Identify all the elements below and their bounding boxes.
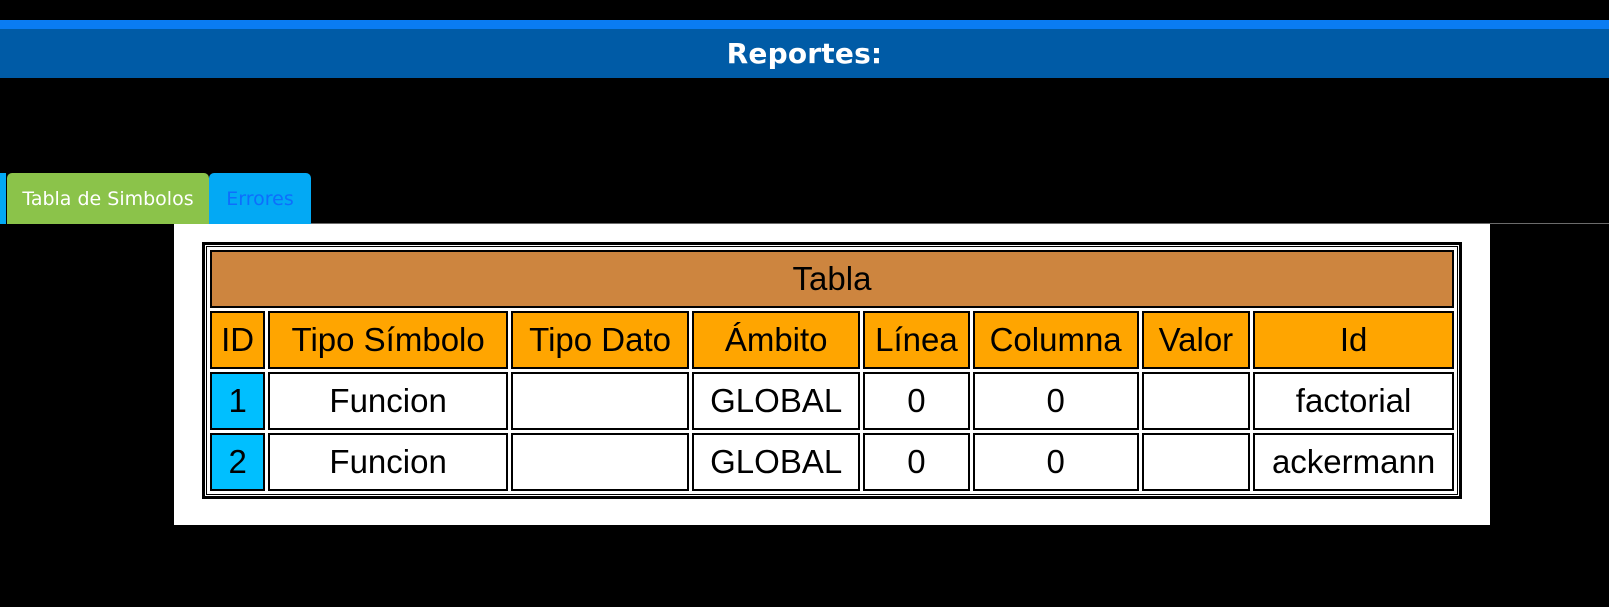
valor-cell xyxy=(1141,372,1251,430)
column-header-valor: Valor xyxy=(1141,311,1251,369)
tab-bar: Tabla de Simbolos Errores xyxy=(0,173,1609,224)
ambito-cell: GLOBAL xyxy=(692,372,861,430)
tab-errores[interactable]: Errores xyxy=(209,173,311,224)
table-row: 1 Funcion GLOBAL 0 0 factorial xyxy=(210,372,1454,430)
linea-cell: 0 xyxy=(863,372,970,430)
page-title: Reportes: xyxy=(726,37,883,70)
row-id-cell: 1 xyxy=(210,372,266,430)
tipo-dato-cell xyxy=(510,372,690,430)
linea-cell: 0 xyxy=(863,433,970,491)
tipo-simbolo-cell: Funcion xyxy=(268,372,508,430)
tipo-simbolo-cell: Funcion xyxy=(268,433,508,491)
column-header-linea: Línea xyxy=(863,311,970,369)
table-caption-row: Tabla xyxy=(210,250,1454,308)
symbol-table: Tabla ID Tipo Símbolo Tipo Dato Ámbito L… xyxy=(202,242,1462,499)
column-header-id-name: Id xyxy=(1253,311,1454,369)
columna-cell: 0 xyxy=(972,433,1139,491)
tab-edge xyxy=(0,173,6,224)
columna-cell: 0 xyxy=(972,372,1139,430)
column-header-ambito: Ámbito xyxy=(692,311,861,369)
id-name-cell: factorial xyxy=(1253,372,1454,430)
valor-cell xyxy=(1141,433,1251,491)
ambito-cell: GLOBAL xyxy=(692,433,861,491)
column-header-id: ID xyxy=(210,311,266,369)
column-header-columna: Columna xyxy=(972,311,1139,369)
table-header-row: ID Tipo Símbolo Tipo Dato Ámbito Línea C… xyxy=(210,311,1454,369)
tab-label: Tabla de Simbolos xyxy=(22,187,194,210)
header-bar: Reportes: xyxy=(0,29,1609,78)
table-caption: Tabla xyxy=(210,250,1454,308)
column-header-tipo-dato: Tipo Dato xyxy=(510,311,690,369)
tab-label: Errores xyxy=(226,187,294,210)
top-accent-bar xyxy=(0,20,1609,29)
table-row: 2 Funcion GLOBAL 0 0 ackermann xyxy=(210,433,1454,491)
report-panel: Tabla ID Tipo Símbolo Tipo Dato Ámbito L… xyxy=(174,224,1490,525)
row-id-cell: 2 xyxy=(210,433,266,491)
column-header-tipo-simbolo: Tipo Símbolo xyxy=(268,311,508,369)
tab-tabla-de-simbolos[interactable]: Tabla de Simbolos xyxy=(7,173,209,224)
tipo-dato-cell xyxy=(510,433,690,491)
id-name-cell: ackermann xyxy=(1253,433,1454,491)
